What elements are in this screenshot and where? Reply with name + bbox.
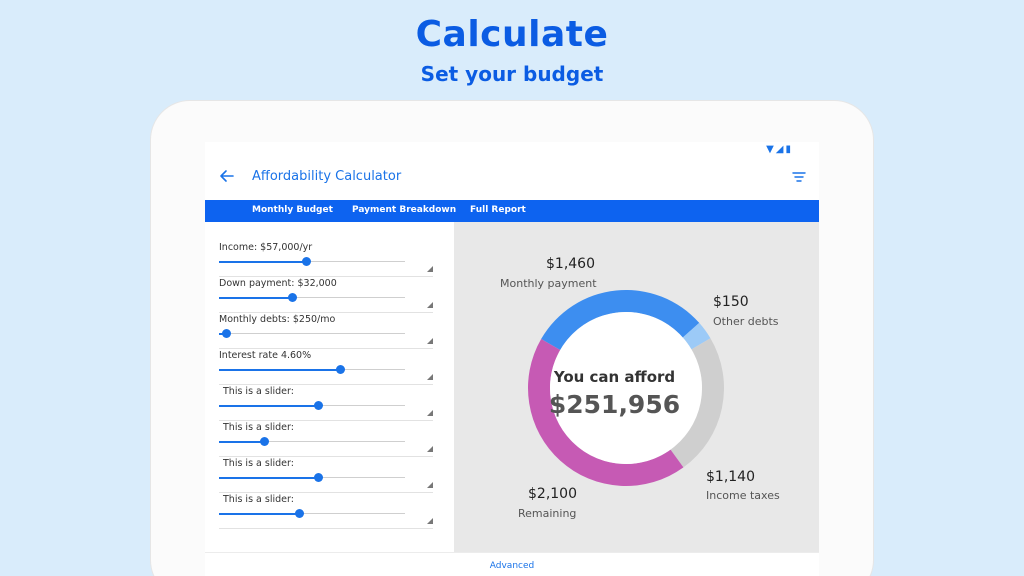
slider-label: Monthly debts: $250/mo	[219, 314, 336, 325]
slider-row: Interest rate 4.60%	[219, 350, 433, 385]
resize-handle-icon[interactable]	[427, 482, 433, 488]
slider-thumb[interactable]	[222, 329, 232, 338]
slider-thumb[interactable]	[287, 293, 297, 302]
segment-value-other-debts: $150	[713, 294, 749, 310]
battery-icon: ▮	[785, 144, 793, 155]
filter-list-icon[interactable]	[791, 170, 807, 184]
slider-fill	[219, 513, 299, 515]
segment-value-remaining: $2,100	[528, 486, 577, 502]
tab-bar: Monthly Budget Payment Breakdown Full Re…	[205, 200, 819, 222]
slider-panel: Income: $57,000/yr Down payment: $32,000 M…	[205, 222, 454, 552]
slider-label: Down payment: $32,000	[219, 278, 337, 289]
slider-thumb[interactable]	[335, 365, 345, 374]
row-divider	[219, 456, 433, 457]
segment-label-monthly-payment: Monthly payment	[500, 277, 597, 290]
segment-label-other-debts: Other debts	[713, 315, 779, 328]
slider-thumb[interactable]	[313, 401, 323, 410]
row-divider	[219, 492, 433, 493]
slider-row: This is a slider:	[219, 386, 433, 421]
slider-track[interactable]	[219, 333, 405, 334]
hero-title: Calculate	[415, 14, 609, 55]
hero-subtitle: Set your budget	[420, 62, 604, 86]
row-divider	[219, 384, 433, 385]
slider-thumb[interactable]	[302, 257, 312, 266]
slider-row: This is a slider:	[219, 422, 433, 457]
slider-label: This is a slider:	[223, 458, 294, 469]
app-bar: Affordability Calculator	[205, 156, 819, 200]
breakdown-panel: $1,460 Monthly payment $150 Other debts …	[454, 222, 819, 552]
donut-chart	[528, 290, 724, 486]
tab-monthly-budget[interactable]: Monthly Budget	[252, 205, 333, 215]
slider-row: This is a slider:	[219, 458, 433, 493]
resize-handle-icon[interactable]	[427, 446, 433, 452]
row-divider	[219, 276, 433, 277]
slider-label: Income: $57,000/yr	[219, 242, 313, 253]
tab-full-report[interactable]: Full Report	[470, 205, 526, 215]
bottom-bar: Advanced	[205, 552, 819, 576]
arrow-left-icon[interactable]	[217, 166, 237, 186]
resize-handle-icon[interactable]	[427, 302, 433, 308]
slider-fill	[219, 297, 292, 299]
advanced-button[interactable]: Advanced	[490, 561, 534, 571]
slider-row: This is a slider:	[219, 494, 433, 529]
slider-fill	[219, 441, 264, 443]
slider-fill	[219, 477, 318, 479]
slider-label: This is a slider:	[223, 494, 294, 505]
slider-label: Interest rate 4.60%	[219, 350, 312, 361]
slider-fill	[219, 405, 318, 407]
resize-handle-icon[interactable]	[427, 518, 433, 524]
row-divider	[219, 420, 433, 421]
slider-row: Down payment: $32,000	[219, 278, 433, 313]
app-screen: ▼◢▮ Affordability Calculator Monthly Bud…	[205, 142, 819, 576]
status-bar: ▼◢▮	[766, 144, 793, 155]
segment-label-remaining: Remaining	[518, 507, 577, 520]
resize-handle-icon[interactable]	[427, 266, 433, 272]
afford-amount: $251,956	[548, 390, 681, 419]
slider-thumb[interactable]	[313, 473, 323, 482]
row-divider	[219, 348, 433, 349]
row-divider	[219, 312, 433, 313]
tab-payment-breakdown[interactable]: Payment Breakdown	[352, 205, 456, 215]
donut-center	[550, 312, 702, 464]
slider-row: Income: $57,000/yr	[219, 242, 433, 277]
slider-thumb[interactable]	[294, 509, 304, 518]
slider-row: Monthly debts: $250/mo	[219, 314, 433, 349]
slider-label: This is a slider:	[223, 422, 294, 433]
segment-label-income-taxes: Income taxes	[706, 489, 780, 502]
app-title: Affordability Calculator	[252, 169, 402, 184]
slider-fill	[219, 261, 307, 263]
segment-value-income-taxes: $1,140	[706, 469, 755, 485]
segment-value-monthly-payment: $1,460	[546, 256, 595, 272]
slider-thumb[interactable]	[259, 437, 269, 446]
row-divider	[219, 528, 433, 529]
slider-fill	[219, 369, 340, 371]
slider-label: This is a slider:	[223, 386, 294, 397]
resize-handle-icon[interactable]	[427, 338, 433, 344]
afford-title: You can afford	[553, 368, 676, 386]
wifi-icon: ▼	[766, 144, 776, 155]
